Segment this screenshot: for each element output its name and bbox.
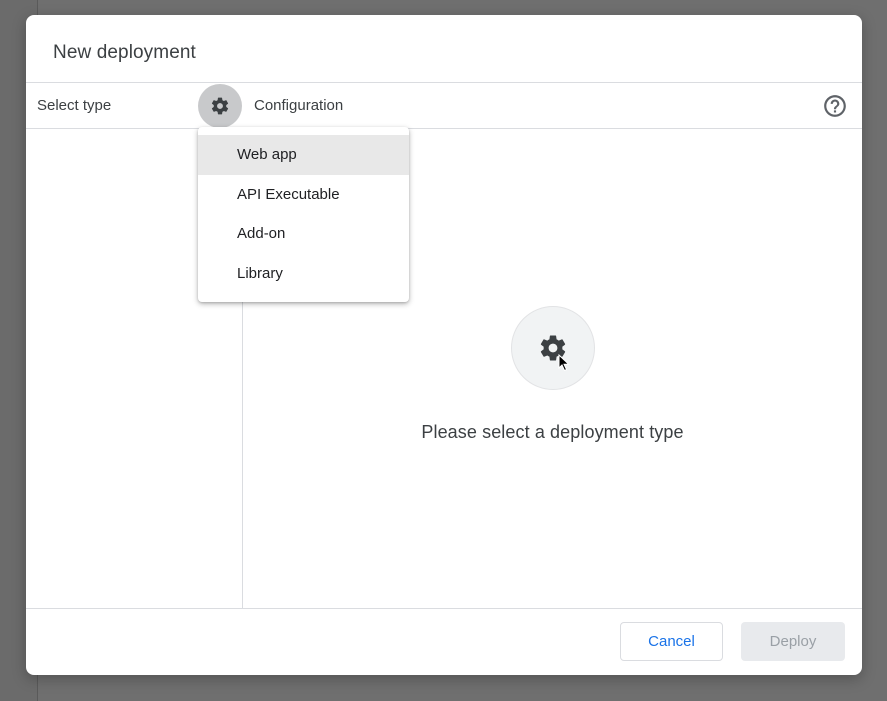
empty-state-message: Please select a deployment type [421, 422, 684, 442]
dialog-footer: Cancel Deploy [26, 608, 862, 675]
new-deployment-dialog: New deployment Select type Configuration… [26, 15, 862, 675]
empty-state-icon-circle [511, 306, 595, 390]
menu-item-api-executable[interactable]: API Executable [198, 175, 409, 215]
configuration-label: Configuration [254, 97, 344, 114]
help-button[interactable] [822, 93, 848, 119]
menu-item-add-on[interactable]: Add-on [198, 214, 409, 254]
select-type-settings-button[interactable] [198, 84, 242, 128]
gear-icon [211, 97, 229, 115]
mouse-cursor-icon [558, 354, 570, 372]
deployment-type-menu: Web app API Executable Add-on Library [198, 127, 409, 302]
dialog-header-row: Select type Configuration [26, 82, 862, 129]
menu-item-library[interactable]: Library [198, 254, 409, 294]
cancel-button[interactable]: Cancel [620, 622, 723, 661]
help-circle-icon [824, 95, 846, 117]
deploy-button[interactable]: Deploy [741, 622, 845, 661]
dialog-title: New deployment [53, 42, 196, 63]
select-type-label: Select type [37, 97, 112, 114]
menu-item-web-app[interactable]: Web app [198, 135, 409, 175]
